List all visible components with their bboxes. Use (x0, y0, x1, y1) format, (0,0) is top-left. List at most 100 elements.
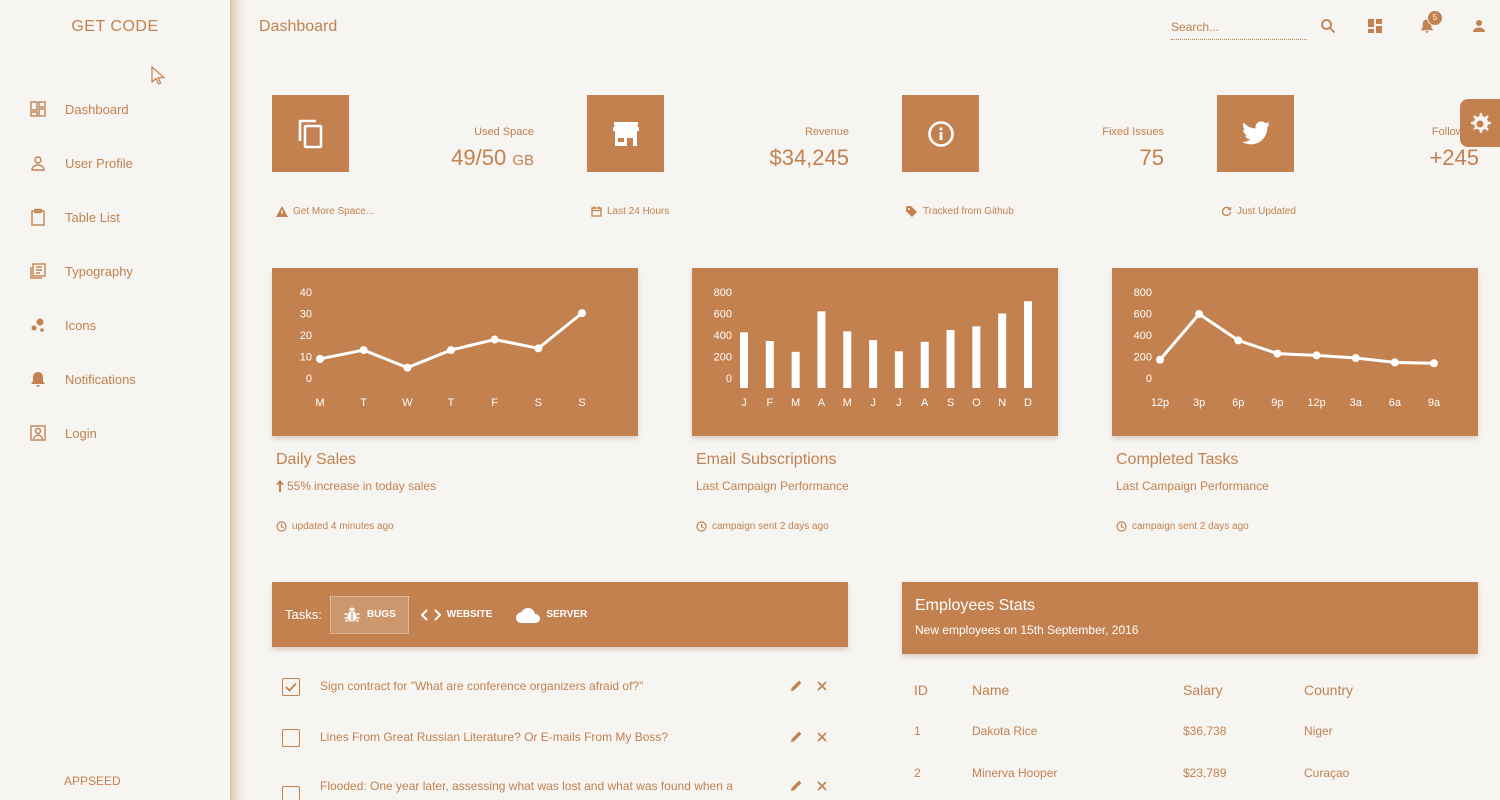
y-tick-label: 600 (1134, 309, 1152, 321)
bar (791, 351, 800, 388)
sidebar-item-label: Table List (65, 209, 120, 225)
sidebar-item-table-list[interactable]: Table List (0, 190, 230, 244)
clock-icon (276, 521, 287, 532)
data-point (578, 309, 586, 318)
cell-name: Minerva Hooper (972, 766, 1058, 780)
chart-card-completed-tasks: 800 600 400 200 0 12p 3p 6p 9p 12p 3a 6a 9a Complete… (1112, 268, 1478, 532)
sidebar-item-label: Dashboard (65, 101, 129, 117)
y-tick-label: 30 (300, 309, 312, 321)
x-tick-label: 6a (1389, 397, 1402, 409)
sidebar-nav: Dashboard User Profile Table List Typogr… (0, 82, 230, 460)
stat-footer: Just Updated (1221, 206, 1296, 217)
edit-task-button[interactable] (790, 730, 803, 748)
clock-icon (1116, 521, 1127, 532)
chart-footer: updated 4 minutes ago (276, 521, 638, 532)
column-header-name: Name (972, 682, 1010, 698)
daily-sales-chart: 40 30 20 10 0M T W T F S S (300, 287, 586, 409)
stat-card-followers: Followers +245 Just Updated (1217, 95, 1479, 225)
edit-task-button[interactable] (790, 779, 803, 797)
table-row: 2 Minerva Hooper $23,789 Curaçao (902, 752, 1478, 794)
remove-task-button[interactable] (816, 779, 828, 797)
dashboard-icon (28, 99, 48, 119)
bar (894, 351, 903, 388)
data-point (490, 335, 499, 344)
y-tick-label: 0 (1146, 373, 1152, 385)
sidebar-item-label: User Profile (65, 155, 133, 171)
tag-icon (906, 206, 917, 217)
task-checkbox[interactable] (282, 729, 300, 747)
sidebar-footer[interactable]: APPSEED (64, 774, 121, 788)
tasks-tab-bar: Tasks: BUGS WEBSITE SERVER (272, 582, 848, 647)
data-point (1351, 354, 1360, 362)
y-tick-label: 40 (300, 287, 312, 299)
bar (946, 330, 955, 388)
remove-task-button[interactable] (816, 679, 828, 697)
task-checkbox[interactable] (282, 786, 300, 800)
calendar-icon (591, 206, 602, 217)
pencil-icon (791, 680, 802, 691)
chart-subtitle: 55% increase in today sales (276, 479, 638, 493)
x-tick-label: S (535, 397, 542, 409)
employees-stats-title: Employees Stats (915, 597, 1036, 614)
data-point (1273, 349, 1282, 358)
x-tick-label: S (947, 397, 954, 409)
data-point (316, 354, 324, 363)
update-icon (1221, 206, 1232, 217)
chart-footer: campaign sent 2 days ago (1116, 521, 1478, 532)
bar (817, 311, 826, 388)
x-tick-label: 12p (1151, 397, 1169, 409)
sidebar-item-user-profile[interactable]: User Profile (0, 136, 230, 190)
column-header-salary: Salary (1183, 682, 1223, 698)
twitter-icon (1241, 120, 1270, 144)
chart-title: Completed Tasks (1116, 451, 1239, 468)
sidebar-item-login[interactable]: Login (0, 406, 230, 460)
sidebar-item-icons[interactable]: Icons (0, 298, 230, 352)
data-point (1234, 336, 1243, 345)
notification-count-badge: 5 (1427, 10, 1443, 26)
x-tick-label: 9p (1271, 397, 1283, 409)
warning-icon (276, 206, 288, 217)
stat-value: 75 (1139, 145, 1164, 170)
dashboard-icon[interactable] (1365, 16, 1385, 36)
y-tick-label: 800 (1134, 287, 1152, 299)
close-icon (817, 781, 827, 791)
task-row: Lines From Great Russian Literature? Or … (272, 729, 848, 779)
stat-icon-box (902, 95, 979, 172)
person-icon[interactable] (1469, 16, 1489, 36)
x-tick-label: F (491, 397, 498, 409)
search-input[interactable] (1171, 14, 1307, 40)
library-books-icon (28, 261, 48, 281)
bell-icon (28, 369, 48, 389)
x-tick-label: M (791, 397, 800, 409)
stat-icon-box (587, 95, 664, 172)
info-icon (927, 120, 954, 147)
task-row: Flooded: One year later, assessing what … (272, 778, 848, 800)
tab-server[interactable]: SERVER (504, 596, 599, 634)
y-tick-label: 400 (714, 330, 732, 342)
sidebar-item-typography[interactable]: Typography (0, 244, 230, 298)
task-checkbox[interactable] (282, 678, 300, 696)
edit-task-button[interactable] (790, 679, 803, 697)
sidebar-item-dashboard[interactable]: Dashboard (0, 82, 230, 136)
employees-stats-header: Employees Stats New employees on 15th Se… (902, 582, 1478, 654)
cell-salary: $23,789 (1183, 766, 1227, 780)
chart-title: Email Subscriptions (696, 451, 837, 468)
brand-logo[interactable]: GET CODE (0, 18, 230, 36)
daily-sales-chart-panel: 40 30 20 10 0 M T W T F S S (272, 268, 638, 436)
x-tick-label: J (741, 397, 747, 409)
sidebar-item-notifications[interactable]: Notifications (0, 352, 230, 406)
stat-icon-box (1217, 95, 1294, 172)
tab-bugs[interactable]: BUGS (329, 595, 409, 634)
chart-subtitle: Last Campaign Performance (1116, 479, 1269, 493)
x-tick-label: F (766, 397, 773, 409)
search-icon[interactable] (1318, 16, 1338, 36)
arrow-upward-icon (276, 480, 284, 492)
stat-footer[interactable]: Get More Space... (276, 206, 374, 217)
cell-id: 2 (914, 766, 921, 780)
bar (740, 332, 748, 388)
cell-salary: $36,738 (1183, 724, 1227, 738)
remove-task-button[interactable] (816, 730, 828, 748)
stat-footer: Last 24 Hours (591, 206, 669, 217)
tab-website[interactable]: WEBSITE (409, 596, 505, 634)
mouse-cursor-icon (151, 65, 166, 91)
